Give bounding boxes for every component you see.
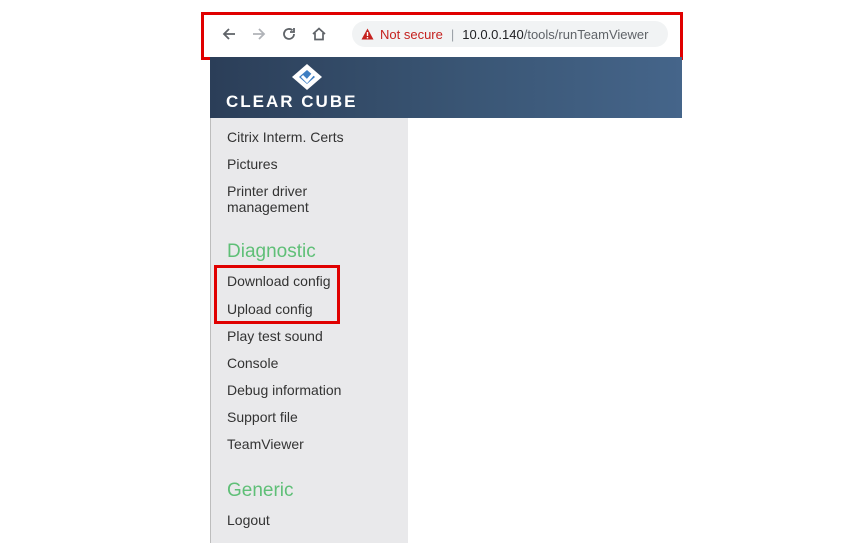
sidebar-item-play-test-sound[interactable]: Play test sound	[227, 328, 323, 344]
sidebar-item-citrix-certs[interactable]: Citrix Interm. Certs	[227, 129, 344, 145]
section-diagnostic: Diagnostic	[227, 241, 316, 262]
back-button[interactable]	[218, 23, 240, 45]
url-path: /tools/runTeamViewer	[523, 26, 649, 42]
address-bar[interactable]: Not secure | 10.0.0.140/tools/runTeamVie…	[352, 21, 668, 47]
sidebar-item-upload-config[interactable]: Upload config	[227, 301, 313, 317]
sidebar-item-console[interactable]: Console	[227, 355, 278, 371]
sidebar-item-download-config[interactable]: Download config	[227, 273, 331, 289]
url-host: 10.0.0.140	[462, 26, 524, 42]
browser-toolbar: Not secure | 10.0.0.140/tools/runTeamVie…	[210, 16, 682, 52]
sidebar-item-pictures[interactable]: Pictures	[227, 156, 278, 172]
sidebar-item-logout[interactable]: Logout	[227, 512, 270, 528]
sidebar: Citrix Interm. Certs Pictures Printer dr…	[210, 118, 408, 543]
arrow-right-icon	[253, 28, 266, 40]
logo-text: CLEAR CUBE	[226, 92, 358, 111]
reload-button[interactable]	[278, 23, 300, 45]
clearcube-logo-icon	[292, 64, 322, 90]
security-status[interactable]: Not secure	[380, 27, 443, 42]
home-icon	[312, 27, 326, 41]
section-generic: Generic	[227, 480, 294, 501]
sidebar-item-printer-driver[interactable]: Printer driver management	[227, 183, 377, 215]
header-banner: CLEAR CUBE	[210, 57, 682, 118]
warning-icon	[361, 28, 374, 40]
url-separator: |	[450, 26, 455, 42]
reload-icon	[283, 28, 295, 40]
arrow-left-icon	[222, 28, 235, 40]
sidebar-item-teamviewer[interactable]: TeamViewer	[227, 436, 304, 452]
forward-button[interactable]	[248, 23, 270, 45]
sidebar-item-debug-information[interactable]: Debug information	[227, 382, 341, 398]
sidebar-item-support-file[interactable]: Support file	[227, 409, 298, 425]
home-button[interactable]	[308, 23, 330, 45]
